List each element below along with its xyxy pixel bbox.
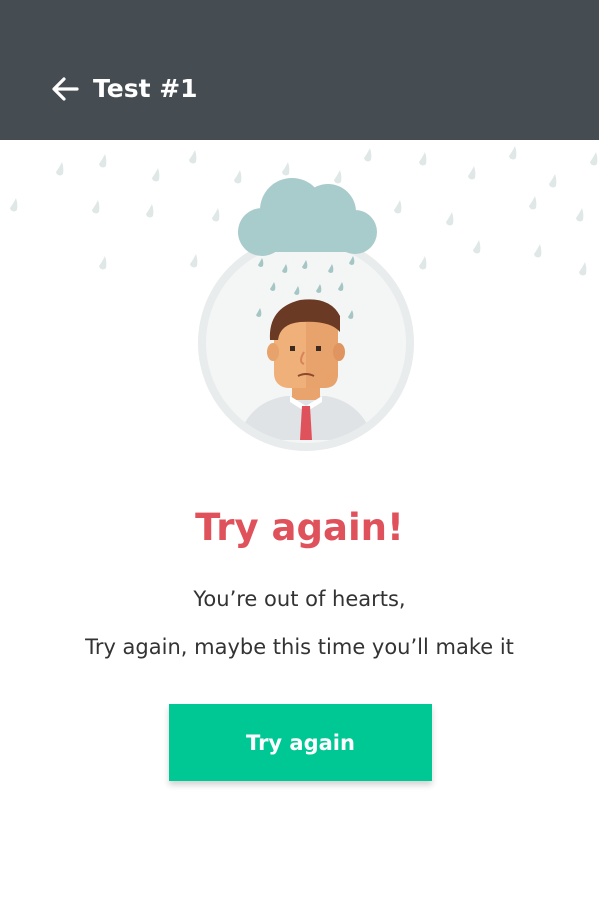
app-bar: Test #1	[0, 0, 599, 140]
page-title: Test #1	[93, 74, 198, 103]
result-message-line-1: You’re out of hearts,	[193, 587, 406, 611]
result-message-line-2: Try again, maybe this time you’ll make i…	[85, 635, 514, 659]
arrow-left-icon	[52, 77, 79, 101]
rain-cloud	[238, 178, 377, 256]
back-button[interactable]	[48, 72, 82, 106]
try-again-button[interactable]: Try again	[169, 704, 432, 781]
result-headline: Try again!	[195, 506, 404, 549]
rain-cloud-over-sad-man-icon	[10, 146, 598, 451]
